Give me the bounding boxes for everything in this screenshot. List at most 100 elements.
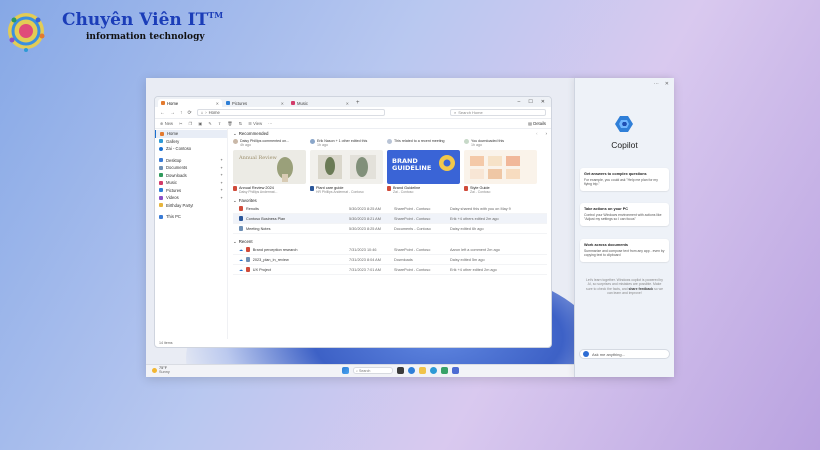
chevron-down-icon: ⌄ bbox=[233, 197, 237, 203]
paste-icon[interactable]: ▣ bbox=[198, 121, 202, 126]
sidebar-item-onedrive[interactable]: Zai - Contoso bbox=[155, 145, 227, 153]
edge-icon[interactable] bbox=[430, 367, 437, 374]
task-view-icon[interactable] bbox=[397, 367, 404, 374]
file-icon bbox=[245, 267, 250, 273]
recommended-header[interactable]: ⌄ Recommended ‹ › bbox=[233, 130, 547, 137]
pin-icon: ✦ bbox=[220, 188, 223, 193]
file-explorer-window: Home ✕ Pictures ✕ Music ✕ + – ☐ ✕ ← → ↑ ⟳ bbox=[154, 96, 552, 348]
tab-pictures[interactable]: Pictures ✕ bbox=[223, 99, 287, 107]
copilot-suggestion-card[interactable]: Take actions on your PC Control your Wind… bbox=[580, 203, 669, 226]
close-icon[interactable]: ✕ bbox=[665, 81, 669, 87]
pictures-icon bbox=[159, 188, 163, 193]
more-icon[interactable]: ··· bbox=[268, 121, 272, 126]
new-tab-icon[interactable]: + bbox=[353, 99, 363, 107]
recommended-card[interactable]: Erik Nason + 1 other edited this 1h ago P… bbox=[310, 139, 383, 194]
sidebar-item-gallery[interactable]: Gallery bbox=[155, 138, 227, 146]
close-tab-icon[interactable]: ✕ bbox=[281, 101, 284, 106]
sidebar-item-this-pc[interactable]: This PC bbox=[155, 213, 227, 221]
rename-icon[interactable]: ✎ bbox=[208, 121, 212, 126]
up-icon[interactable]: ↑ bbox=[180, 110, 183, 116]
close-tab-icon[interactable]: ✕ bbox=[216, 101, 219, 106]
taskbar-search[interactable]: ⌕ Search bbox=[353, 367, 393, 374]
table-row[interactable]: Renoits 5/30/2023 8:25 AM SharePoint - C… bbox=[233, 204, 547, 215]
minimize-icon[interactable]: – bbox=[518, 98, 521, 107]
delete-icon[interactable]: 🗑 bbox=[227, 121, 232, 127]
sort-icon[interactable]: ⇅ bbox=[239, 121, 243, 126]
sidebar-item-desktop[interactable]: Desktop ✦ bbox=[155, 157, 227, 165]
sidebar-item-home[interactable]: Home bbox=[155, 130, 227, 138]
share-icon[interactable]: ⇪ bbox=[218, 121, 222, 126]
folder-icon bbox=[159, 203, 163, 208]
copilot-logo-icon bbox=[615, 116, 633, 132]
recent-list: ☁ Brand perception research 7/31/2023 10:… bbox=[233, 245, 547, 276]
recommended-card[interactable]: This related to a recent meeting BRAND G… bbox=[387, 139, 460, 194]
copy-icon[interactable]: ❐ bbox=[189, 121, 193, 126]
sidebar-item-downloads[interactable]: Downloads ✦ bbox=[155, 172, 227, 180]
file-icon bbox=[245, 257, 250, 263]
forward-icon[interactable]: → bbox=[170, 110, 175, 116]
file-thumbnail: BRAND GUIDELINE bbox=[387, 150, 460, 184]
table-row[interactable]: ☁ 2023_plan_in_review 7/31/2023 8:04 AM D… bbox=[233, 255, 547, 266]
address-field[interactable]: ⌂ › Home bbox=[196, 109, 385, 116]
music-icon bbox=[159, 180, 163, 185]
sidebar-item-pictures[interactable]: Pictures ✦ bbox=[155, 187, 227, 195]
more-icon[interactable]: ··· bbox=[654, 81, 659, 87]
calendar-icon bbox=[387, 139, 392, 144]
file-explorer-icon[interactable] bbox=[419, 367, 426, 374]
new-button[interactable]: ⊕ New bbox=[160, 121, 173, 126]
file-thumbnail: Annual Review bbox=[233, 150, 306, 184]
store-icon[interactable] bbox=[441, 367, 448, 374]
details-button[interactable]: ▤ Details bbox=[528, 121, 546, 126]
copilot-pane: ··· ✕ Copilot Get answers to complex que… bbox=[574, 78, 674, 377]
tab-music[interactable]: Music ✕ bbox=[288, 99, 352, 107]
pin-icon: ✦ bbox=[220, 173, 223, 178]
sidebar-item-birthday-party[interactable]: Birthday Party! bbox=[155, 202, 227, 210]
table-row[interactable]: Contoso Business Plan 5/30/2023 8:21 AM … bbox=[233, 214, 547, 225]
favorites-header[interactable]: ⌄ Favorites bbox=[233, 197, 547, 204]
taskbar-apps: ⌕ Search bbox=[342, 367, 459, 374]
sidebar-item-videos[interactable]: Videos ✦ bbox=[155, 194, 227, 202]
copilot-taskbar-icon[interactable] bbox=[408, 367, 415, 374]
recommended-cards: Daisy Phillips commented on... 4h ago Ann… bbox=[233, 139, 547, 194]
copilot-suggestion-card[interactable]: Get answers to complex questions For exam… bbox=[580, 168, 669, 191]
recent-header[interactable]: ⌄ Recent bbox=[233, 238, 547, 245]
sidebar-item-documents[interactable]: Documents ✦ bbox=[155, 164, 227, 172]
tab-home[interactable]: Home ✕ bbox=[158, 99, 222, 107]
search-input[interactable]: ⌕ Search Home bbox=[450, 109, 546, 116]
videos-icon bbox=[159, 195, 163, 200]
sun-icon bbox=[152, 368, 157, 374]
close-icon[interactable]: ✕ bbox=[541, 98, 545, 107]
cloud-icon: ☁ bbox=[239, 268, 243, 273]
maximize-icon[interactable]: ☐ bbox=[528, 98, 532, 107]
copilot-suggestion-card[interactable]: Work across documents Summarize and compo… bbox=[580, 239, 669, 262]
pin-icon: ✦ bbox=[220, 158, 223, 163]
back-icon[interactable]: ← bbox=[160, 110, 165, 116]
chevron-left-icon[interactable]: ‹ bbox=[536, 131, 537, 136]
weather-widget[interactable]: 75°F Sunny bbox=[152, 366, 170, 375]
chevron-right-icon[interactable]: › bbox=[546, 131, 547, 136]
table-row[interactable]: ☁ Brand perception research 7/31/2023 10:… bbox=[233, 245, 547, 256]
cut-icon[interactable]: ✂ bbox=[179, 121, 183, 126]
copilot-disclaimer: Let's learn together. Windows copilot is… bbox=[586, 278, 663, 295]
table-row[interactable]: Meeting Notes 5/30/2023 8:25 AM Document… bbox=[233, 224, 547, 235]
teams-icon[interactable] bbox=[452, 367, 459, 374]
start-icon[interactable] bbox=[342, 367, 349, 374]
pin-icon: ✦ bbox=[220, 165, 223, 170]
recommended-card[interactable]: You downloaded this 1h ago Style Guide Zai… bbox=[464, 139, 537, 194]
refresh-icon[interactable]: ⟳ bbox=[188, 110, 192, 116]
home-icon bbox=[161, 101, 165, 105]
file-thumbnail bbox=[464, 150, 537, 184]
home-icon bbox=[160, 131, 164, 136]
navigation-pane: Home Gallery Zai - Contoso Desktop ✦ Docu… bbox=[155, 128, 228, 339]
close-tab-icon[interactable]: ✕ bbox=[346, 101, 349, 106]
pictures-icon bbox=[226, 101, 230, 105]
sidebar-item-music[interactable]: Music ✦ bbox=[155, 179, 227, 187]
copilot-chat-input[interactable]: Ask me anything... bbox=[579, 349, 670, 359]
home-icon: ⌂ bbox=[200, 110, 204, 115]
table-row[interactable]: ☁ UX Project 7/31/2023 7:01 AM SharePoint… bbox=[233, 265, 547, 276]
pdf-file-icon bbox=[387, 186, 391, 191]
address-bar-row: ← → ↑ ⟳ ⌂ › Home ⌕ Search Home bbox=[155, 107, 551, 119]
recommended-card[interactable]: Daisy Phillips commented on... 4h ago Ann… bbox=[233, 139, 306, 194]
view-button[interactable]: ☰ View bbox=[248, 121, 262, 126]
copilot-avatar-icon bbox=[583, 351, 589, 357]
